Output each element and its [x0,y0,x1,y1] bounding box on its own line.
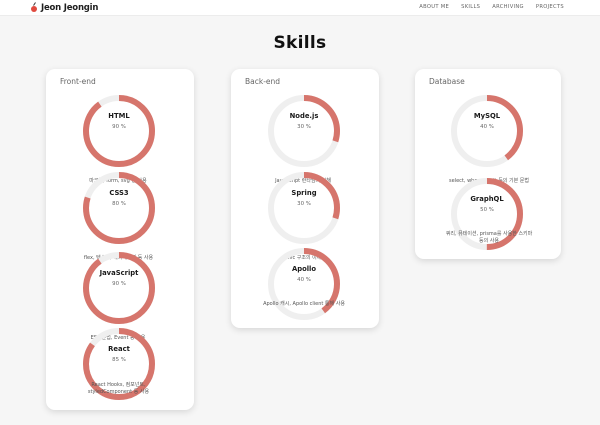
skill-card-database: Database MySQL 40 % select, where, limit… [415,69,561,259]
skill-percent: 90 % [112,124,126,130]
nav-about-me[interactable]: ABOUT ME [419,4,449,10]
skill-description: Apollo 캐시, Apollo client 통해 사용 [263,301,345,307]
skill-name: Spring [291,189,317,197]
skill-percent: 40 % [297,277,311,283]
skill-percent: 30 % [297,124,311,130]
progress-ring [265,92,343,170]
progress-ring-svg [268,95,340,167]
progress-ring-svg [451,95,523,167]
top-navbar: Jeon Jeongin ABOUT ME SKILLS ARCHIVING P… [0,0,600,16]
progress-ring-svg [268,248,340,320]
skill-percent: 80 % [112,201,126,207]
skill-name: React [108,345,130,353]
skill-percent: 30 % [297,201,311,207]
nav-links: ABOUT ME SKILLS ARCHIVING PROJECTS [419,4,564,10]
card-title: Database [429,77,465,86]
brand-logo-link[interactable]: Jeon Jeongin [30,2,98,13]
skill-name: HTML [108,112,130,120]
nav-projects[interactable]: PROJECTS [536,4,564,10]
progress-ring [265,169,343,247]
skill-name: CSS3 [109,189,129,197]
skill-name: JavaScript [99,269,139,277]
progress-arc [83,95,155,167]
skill-percent: 50 % [480,207,494,213]
nav-archiving[interactable]: ARCHIVING [492,4,524,10]
progress-ring [265,245,343,323]
card-title: Back-end [245,77,281,86]
page-title: Skills [273,33,327,53]
brand-name: Jeon Jeongin [41,2,99,13]
skill-card-backend: Back-end Node.js 30 % JavaScript 런타임의 이해… [231,69,379,328]
skill-percent: 40 % [480,124,494,130]
progress-ring-svg [83,172,155,244]
skill-description: React Hooks, 컴포넌트, styledComponent 등 사용 [87,382,150,395]
skill-name: GraphQL [470,195,504,203]
card-title: Front-end [60,77,96,86]
progress-arc [83,252,155,324]
skill-percent: 90 % [112,281,126,287]
progress-ring [448,92,526,170]
skill-name: MySQL [473,112,501,120]
skill-name: Apollo [291,265,317,273]
brand-icon [31,2,37,12]
progress-ring [80,92,158,170]
nav-skills[interactable]: SKILLS [461,4,480,10]
skill-card-frontend: Front-end HTML 90 % 마크업, form, svg 등 사용 … [46,69,194,410]
skill-description: 쿼리, 뮤테이션, prisma를 사용한 스키마 등의 사용 [445,231,533,244]
progress-ring-svg [83,95,155,167]
skill-percent: 85 % [112,357,126,363]
progress-ring [80,169,158,247]
skill-name: Node.js [289,112,319,120]
progress-ring [80,249,158,327]
progress-ring-svg [83,252,155,324]
progress-ring-svg [268,172,340,244]
